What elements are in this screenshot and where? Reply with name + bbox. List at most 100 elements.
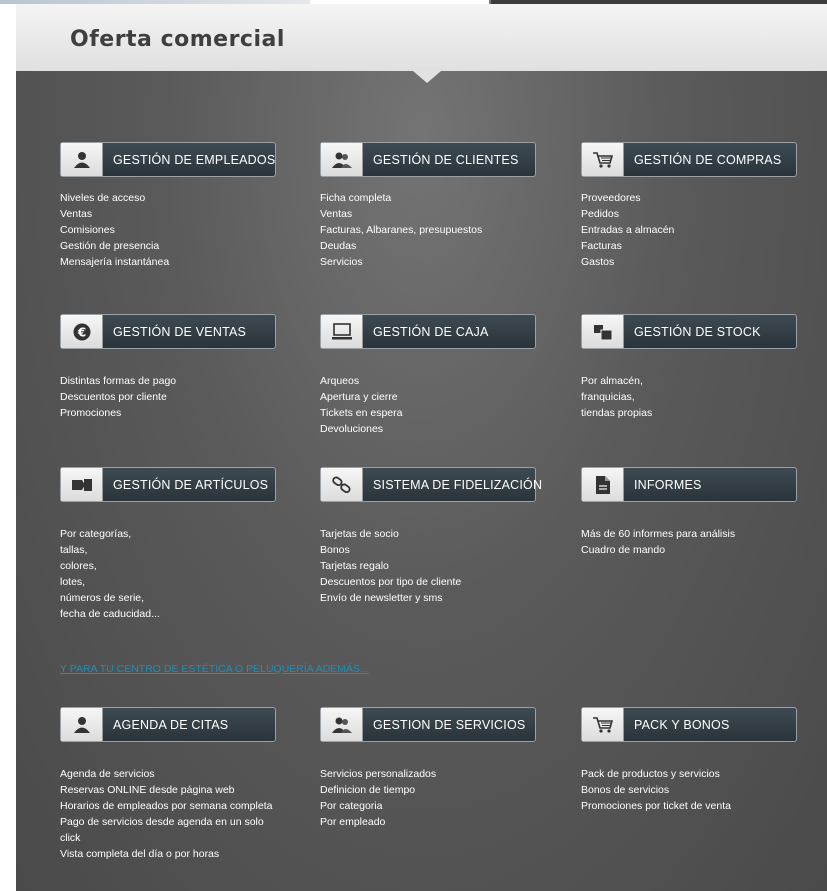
module-articulos: GESTIÓN DE ARTÍCULOS Por categorías, tal… [60,467,300,622]
feature-item: lotes, [60,576,86,588]
agenda-button[interactable]: AGENDA DE CITAS [60,707,276,742]
feature-item: números de serie, [60,592,145,604]
people-icon [321,708,363,741]
feature-item: Por almacén, [581,375,643,387]
feature-item: Pack de productos y servicios [581,768,720,780]
feature-item: Gestión de presencia [60,240,160,252]
feature-item: Por categoria [320,800,383,812]
beauty-salon-link[interactable]: Y PARA TU CENTRO DE ESTÉTICA O PELUQUERÍ… [60,663,369,675]
feature-item: Descuentos por cliente [60,391,167,403]
feature-item: Proveedores [581,192,641,204]
feature-item: tallas, [60,544,88,556]
feature-item: Bonos [320,544,350,556]
empleados-button[interactable]: GESTIÓN DE EMPLEADOS [60,142,276,177]
feature-list: Arqueos Apertura y cierre Tickets en esp… [320,373,560,437]
module-label: GESTIÓN DE ARTÍCULOS [113,477,269,492]
feature-item: Comisiones [60,224,115,236]
cart-icon [582,708,624,741]
module-label: GESTIÓN DE COMPRAS [634,152,782,167]
servicios-button[interactable]: GESTION DE SERVICIOS [320,707,536,742]
feature-item: Tarjetas de socio [320,528,399,540]
feature-item: Bonos de servicios [581,784,670,796]
articulos-button[interactable]: GESTIÓN DE ARTÍCULOS [60,467,276,502]
feature-item: Ventas [320,208,353,220]
module-empleados: GESTIÓN DE EMPLEADOS Niveles de acceso V… [60,142,300,270]
fidelizacion-button[interactable]: SISTEMA DE FIDELIZACIÓN [320,467,542,502]
feature-item: Agenda de servicios [60,768,155,780]
feature-item: Entradas a almacén [581,224,675,236]
feature-item: Promociones por ticket de venta [581,800,731,812]
link-icon [321,468,363,501]
clientes-button[interactable]: GESTIÓN DE CLIENTES [320,142,536,177]
module-compras: GESTIÓN DE COMPRAS Proveedores Pedidos E… [581,142,821,270]
module-label: PACK Y BONOS [634,717,730,732]
feature-item: franquicias, [581,391,635,403]
monitor-icon [321,315,363,348]
feature-item: Apertura y cierre [320,391,398,403]
informes-button[interactable]: INFORMES [581,467,797,502]
feature-item: Más de 60 informes para análisis [581,528,736,540]
people-icon [321,143,363,176]
feature-item: Gastos [581,256,615,268]
header-notch [413,71,441,83]
feature-item: Tarjetas regalo [320,560,389,572]
feature-list: Agenda de servicios Reservas ONLINE desd… [60,766,290,862]
feature-list: Pack de productos y servicios Bonos de s… [581,766,821,814]
cart-icon [582,143,624,176]
feature-item: Servicios [320,256,363,268]
feature-item: Deudas [320,240,357,252]
feature-list: Ficha completa Ventas Facturas, Albarane… [320,190,560,270]
feature-item: Facturas, Albaranes, presupuestos [320,224,483,236]
feature-item: Distintas formas de pago [60,375,177,387]
feature-item: Definicion de tiempo [320,784,416,796]
compras-button[interactable]: GESTIÓN DE COMPRAS [581,142,797,177]
feature-item: Pedidos [581,208,619,220]
euro-icon: € [61,315,103,348]
feature-item: Envío de newsletter y sms [320,592,443,604]
module-label: GESTION DE SERVICIOS [373,717,526,732]
feature-list: Por categorías, tallas, colores, lotes, … [60,526,300,622]
svg-text:€: € [76,325,85,339]
document-icon [582,468,624,501]
module-label: GESTIÓN DE VENTAS [113,324,247,339]
feature-item: Servicios personalizados [320,768,437,780]
feature-item: Vista completa del día o por horas [60,848,220,860]
module-label: GESTIÓN DE STOCK [634,324,761,339]
feature-item: Reservas ONLINE desde página web [60,784,235,796]
page-title: Oferta comercial [70,27,285,52]
feature-item: Promociones [60,407,122,419]
feature-item: Pago de servicios desde agenda en un sol… [60,816,264,844]
feature-item: Tickets en espera [320,407,403,419]
feature-item: Por empleado [320,816,386,828]
feature-item: Por categorías, [60,528,132,540]
module-label: GESTIÓN DE EMPLEADOS [113,152,276,167]
feature-item: Cuadro de mando [581,544,666,556]
module-label: SISTEMA DE FIDELIZACIÓN [373,477,543,492]
feature-item: tiendas propias [581,407,653,419]
boxes-icon [582,315,624,348]
module-fidelizacion: SISTEMA DE FIDELIZACIÓN Tarjetas de soci… [320,467,560,606]
pack-bonos-button[interactable]: PACK Y BONOS [581,707,797,742]
module-servicios: GESTION DE SERVICIOS Servicios personali… [320,707,560,830]
feature-item: Descuentos por tipo de cliente [320,576,462,588]
module-label: GESTIÓN DE CAJA [373,324,489,339]
module-ventas: € GESTIÓN DE VENTAS Distintas formas de … [60,314,300,421]
feature-list: Servicios personalizados Definicion de t… [320,766,560,830]
feature-list: Proveedores Pedidos Entradas a almacén F… [581,190,821,270]
module-stock: GESTIÓN DE STOCK Por almacén, franquicia… [581,314,821,421]
feature-item: Horarios de empleados por semana complet… [60,800,273,812]
feature-item: colores, [60,560,97,572]
ventas-button[interactable]: € GESTIÓN DE VENTAS [60,314,276,349]
feature-list: Por almacén, franquicias, tiendas propia… [581,373,821,421]
module-pack-bonos: PACK Y BONOS Pack de productos y servici… [581,707,821,814]
module-informes: INFORMES Más de 60 informes para análisi… [581,467,821,558]
feature-list: Distintas formas de pago Descuentos por … [60,373,300,421]
caja-button[interactable]: GESTIÓN DE CAJA [320,314,536,349]
person-icon [61,143,103,176]
feature-item: Ventas [60,208,93,220]
feature-item: Arqueos [320,375,360,387]
stock-button[interactable]: GESTIÓN DE STOCK [581,314,797,349]
module-clientes: GESTIÓN DE CLIENTES Ficha completa Venta… [320,142,560,270]
feature-list: Tarjetas de socio Bonos Tarjetas regalo … [320,526,560,606]
feature-list: Niveles de acceso Ventas Comisiones Gest… [60,190,300,270]
